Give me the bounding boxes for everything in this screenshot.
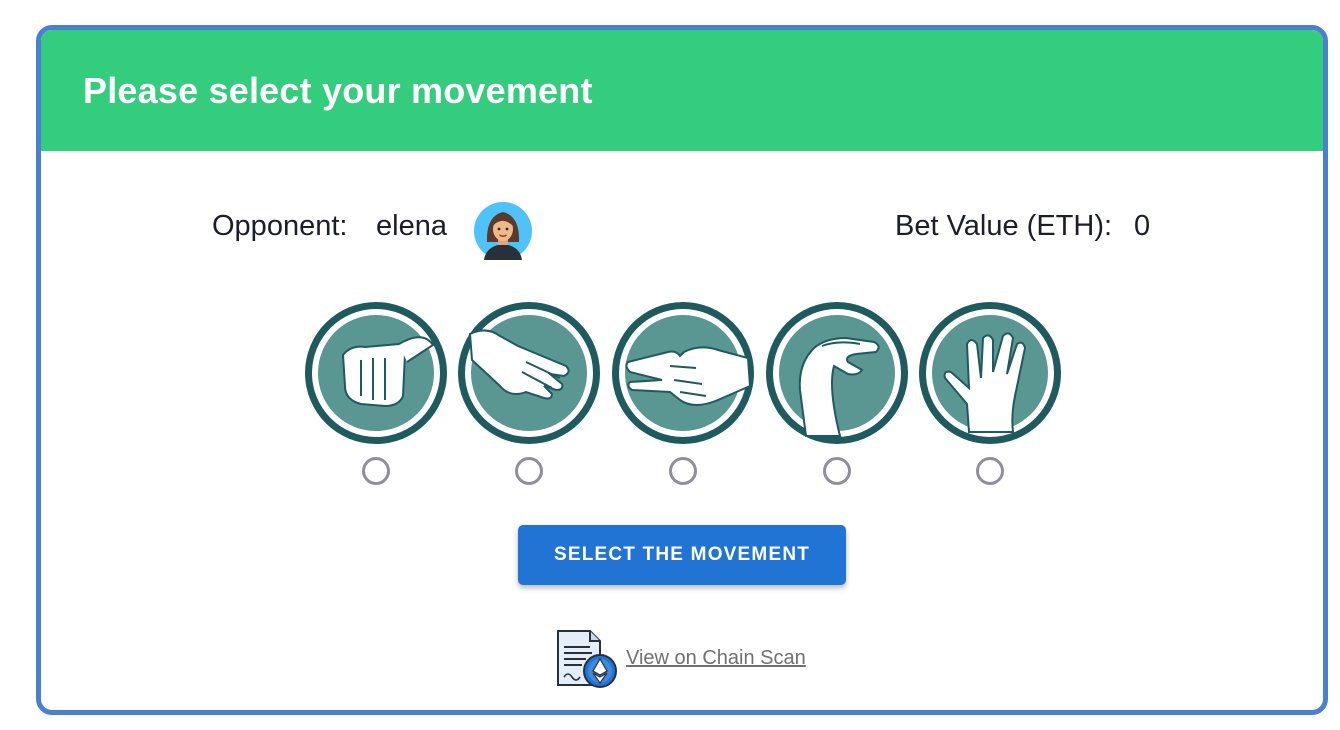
movement-options — [41, 300, 1323, 500]
spock-hand-icon — [919, 302, 1061, 444]
radio-rock[interactable] — [362, 457, 390, 485]
move-option-rock[interactable] — [303, 300, 449, 490]
avatar — [474, 202, 532, 260]
scissors-hand-icon — [612, 302, 754, 444]
radio-scissors[interactable] — [669, 457, 697, 485]
lizard-hand-icon — [766, 302, 908, 444]
select-movement-button[interactable]: SELECT THE MOVEMENT — [518, 525, 846, 585]
view-on-chain-scan-link[interactable]: View on Chain Scan — [626, 647, 806, 670]
opponent-name: elena — [376, 210, 447, 242]
ethereum-document-icon[interactable] — [554, 625, 620, 691]
movement-card: Please select your movement Opponent: el… — [36, 25, 1328, 715]
bet-value: 0 — [1134, 210, 1151, 242]
radio-lizard[interactable] — [823, 457, 851, 485]
bet-label: Bet Value (ETH): — [895, 210, 1113, 242]
radio-paper[interactable] — [515, 457, 543, 485]
move-option-paper[interactable] — [456, 300, 602, 490]
move-option-spock[interactable] — [917, 300, 1063, 490]
paper-hand-icon — [458, 302, 600, 444]
radio-spock[interactable] — [976, 457, 1004, 485]
rock-fist-icon — [305, 302, 447, 444]
move-option-lizard[interactable] — [764, 300, 910, 490]
page-title: Please select your movement — [83, 70, 593, 111]
match-info: Opponent: elena Bet Value (ETH): 0 — [41, 202, 1323, 262]
opponent-label: Opponent: — [212, 210, 348, 242]
card-header: Please select your movement — [41, 30, 1323, 151]
move-option-scissors[interactable] — [610, 300, 756, 490]
chain-scan-row: View on Chain Scan — [41, 625, 1323, 695]
